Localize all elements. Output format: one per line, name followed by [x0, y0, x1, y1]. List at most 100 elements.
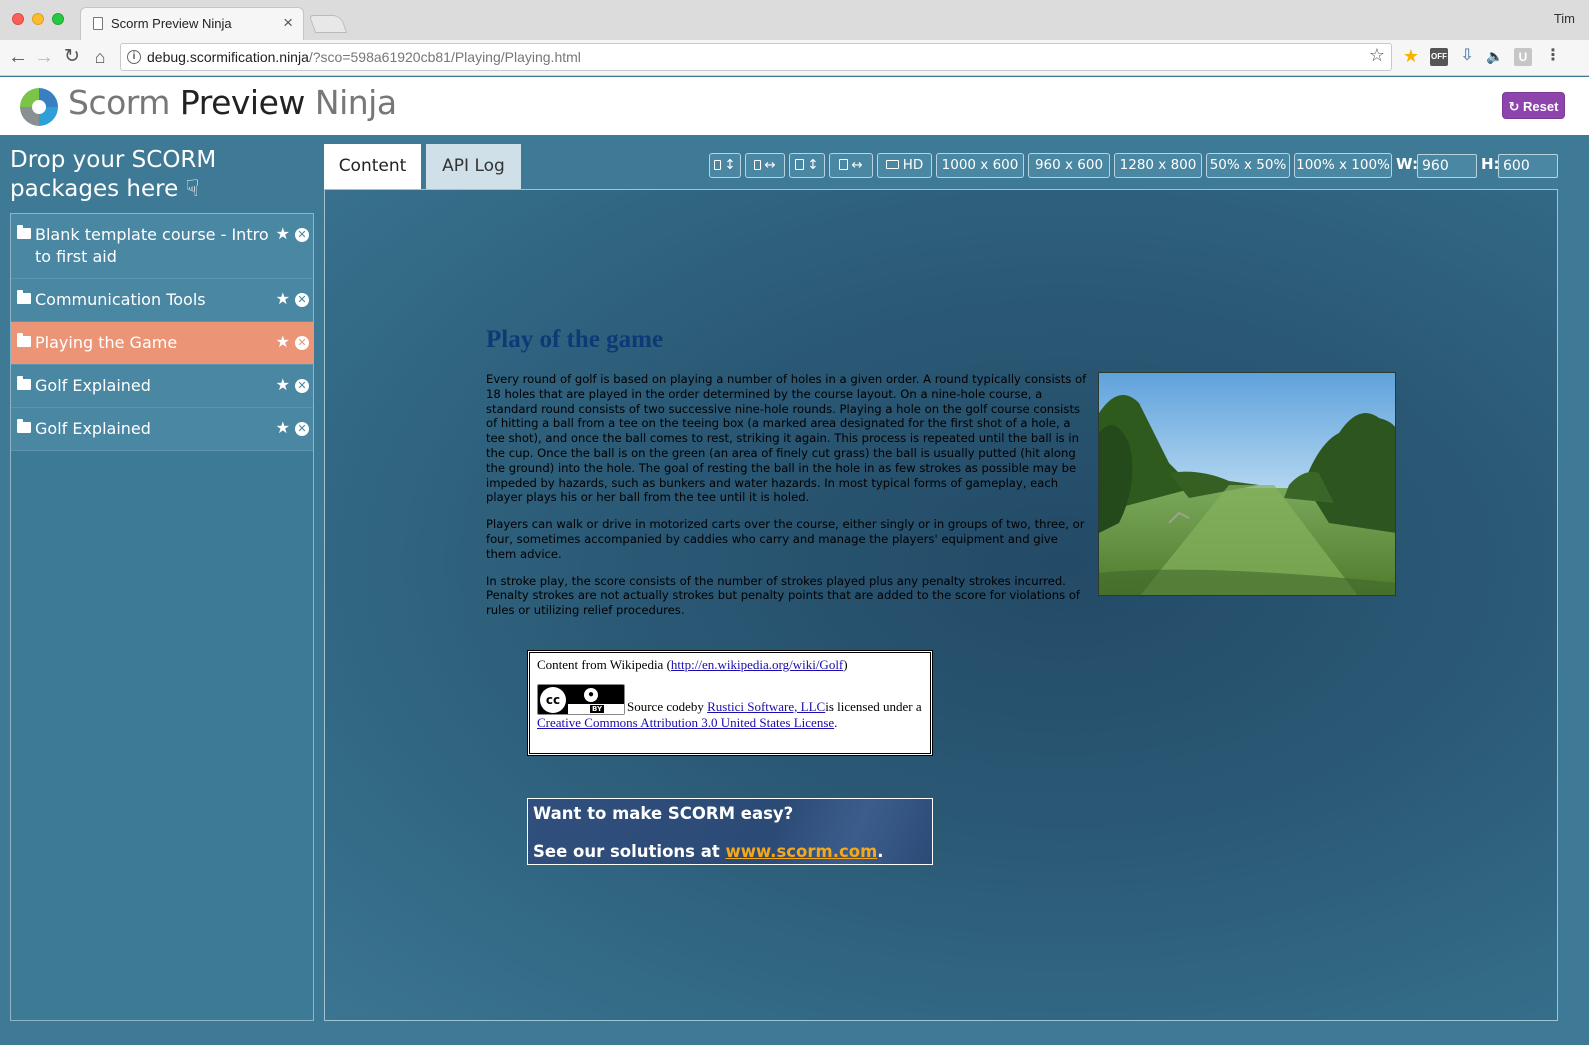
- tab-api-log[interactable]: API Log: [426, 144, 521, 190]
- maximize-window-button[interactable]: [52, 13, 64, 25]
- remove-circle-icon[interactable]: ✕: [295, 336, 309, 350]
- package-label[interactable]: Playing the Game: [11, 322, 313, 364]
- app-title: Scorm Preview Ninja: [68, 83, 397, 122]
- source-mid: is licensed under a: [825, 699, 922, 714]
- off-extension-icon[interactable]: OFF: [1430, 48, 1448, 66]
- remove-circle-icon[interactable]: ✕: [295, 293, 309, 307]
- size-50pct-button[interactable]: 50% x 50%: [1206, 153, 1290, 178]
- attribution-person-icon: ●: [582, 686, 600, 704]
- license-line: cc ● BY Source codeby Rustici Software, …: [537, 684, 923, 731]
- brand-word-2: Preview: [179, 83, 305, 122]
- promo-prefix: See our solutions at: [533, 842, 726, 861]
- browser-tab-title: Scorm Preview Ninja: [111, 16, 232, 31]
- package-list: Blank template course - Intro to first a…: [10, 213, 314, 1021]
- sco-body: Every round of golf is based on playing …: [486, 372, 1089, 630]
- browser-menu-icon[interactable]: ⋮: [1544, 48, 1562, 66]
- url-text[interactable]: debug.scormification.ninja/?sco=598a6192…: [147, 49, 581, 65]
- drop-zone-heading[interactable]: Drop your SCORM packages here ☟: [10, 146, 310, 204]
- star-icon[interactable]: ★: [276, 375, 290, 394]
- phone-icon: [714, 160, 722, 170]
- height-input[interactable]: 600: [1498, 154, 1558, 178]
- new-tab-button[interactable]: [308, 15, 348, 33]
- package-label[interactable]: Golf Explained: [11, 365, 313, 407]
- remove-circle-icon[interactable]: ✕: [295, 422, 309, 436]
- star-icon[interactable]: ★: [276, 289, 290, 308]
- credit-prefix: Content from Wikipedia (: [537, 657, 671, 672]
- reset-label: Reset: [1523, 99, 1559, 114]
- star-icon[interactable]: ★: [276, 332, 290, 351]
- scorm-promo-banner[interactable]: Want to make SCORM easy? See our solutio…: [527, 798, 933, 865]
- home-icon[interactable]: ⌂: [88, 44, 112, 70]
- info-icon[interactable]: i: [127, 50, 141, 64]
- reset-button[interactable]: ↻ Reset: [1502, 92, 1565, 119]
- tab-content[interactable]: Content: [324, 144, 421, 190]
- browser-tabstrip: Scorm Preview Ninja × Tim: [0, 0, 1589, 40]
- rustici-link[interactable]: Rustici Software, LLC: [707, 699, 825, 714]
- back-icon[interactable]: ←: [6, 44, 30, 70]
- sco-paragraph: In stroke play, the score consists of th…: [486, 573, 1081, 618]
- golf-course-image: [1098, 372, 1396, 596]
- star-icon[interactable]: ★: [276, 224, 290, 243]
- sco-preview-frame: Play of the game Every round of golf is …: [324, 189, 1558, 1021]
- volume-extension-icon[interactable]: 🔈: [1486, 48, 1504, 66]
- package-label[interactable]: Communication Tools: [11, 279, 313, 321]
- package-item[interactable]: Communication Tools ★ ✕: [11, 279, 313, 322]
- horizontal-arrows-icon: ↔: [851, 157, 863, 173]
- scorm-com-link[interactable]: www.scorm.com: [726, 842, 878, 861]
- mobile-landscape-button[interactable]: ↔: [745, 153, 785, 178]
- u-extension-icon[interactable]: U: [1514, 48, 1532, 66]
- address-bar[interactable]: i debug.scormification.ninja/?sco=598a61…: [120, 43, 1392, 71]
- credit-box: Content from Wikipedia (http://en.wikipe…: [527, 650, 933, 756]
- package-item[interactable]: Golf Explained ★ ✕: [11, 365, 313, 408]
- folder-icon: [17, 376, 31, 390]
- minimize-window-button[interactable]: [32, 13, 44, 25]
- download-extension-icon[interactable]: ⇩: [1458, 48, 1476, 66]
- package-item[interactable]: Golf Explained ★ ✕: [11, 408, 313, 451]
- package-item-active[interactable]: Playing the Game ★ ✕: [11, 322, 313, 365]
- tablet-icon: [795, 159, 805, 170]
- close-tab-icon[interactable]: ×: [283, 13, 293, 33]
- size-960x600-button[interactable]: 960 x 600: [1028, 153, 1110, 178]
- size-100pct-button[interactable]: 100% x 100%: [1294, 153, 1392, 178]
- by-label: BY: [590, 705, 605, 713]
- profile-name[interactable]: Tim: [1554, 11, 1575, 26]
- close-window-button[interactable]: [12, 13, 24, 25]
- reload-icon[interactable]: ↻: [60, 44, 84, 70]
- cc-icon: cc: [540, 687, 566, 713]
- size-1000x600-button[interactable]: 1000 x 600: [936, 153, 1024, 178]
- license-link[interactable]: Creative Commons Attribution 3.0 United …: [537, 715, 834, 730]
- phone-icon: [754, 160, 762, 170]
- remove-circle-icon[interactable]: ✕: [295, 228, 309, 242]
- bookmarks-extension-icon[interactable]: ★: [1402, 47, 1420, 66]
- remove-circle-icon[interactable]: ✕: [295, 379, 309, 393]
- tablet-portrait-button[interactable]: ↕: [789, 153, 825, 178]
- promo-headline: Want to make SCORM easy?: [533, 804, 794, 823]
- height-label: H:: [1481, 155, 1500, 173]
- monitor-icon: [885, 160, 899, 169]
- size-1280x800-button[interactable]: 1280 x 800: [1114, 153, 1202, 178]
- package-item[interactable]: Blank template course - Intro to first a…: [11, 214, 313, 279]
- browser-tab[interactable]: Scorm Preview Ninja ×: [80, 7, 304, 40]
- star-icon[interactable]: ★: [276, 418, 290, 437]
- package-label[interactable]: Blank template course - Intro to first a…: [11, 214, 313, 278]
- tablet-landscape-button[interactable]: ↔: [829, 153, 873, 178]
- forward-icon[interactable]: →: [32, 44, 56, 70]
- sco-paragraph: Every round of golf is based on playing …: [486, 372, 1087, 505]
- sco-paragraph: Players can walk or drive in motorized c…: [486, 517, 1085, 561]
- folder-icon: [17, 290, 31, 304]
- horizontal-arrows-icon: ↔: [764, 157, 776, 173]
- mobile-portrait-button[interactable]: ↕: [709, 153, 741, 178]
- hd-button[interactable]: HD: [877, 153, 932, 178]
- folder-icon: [17, 333, 31, 347]
- folder-icon: [17, 419, 31, 433]
- promo-line: See our solutions at www.scorm.com.: [533, 842, 884, 861]
- creative-commons-badge[interactable]: cc ● BY: [537, 684, 625, 715]
- package-label[interactable]: Golf Explained: [11, 408, 313, 450]
- bookmark-star-icon[interactable]: ☆: [1369, 45, 1385, 66]
- credit-suffix: ): [843, 657, 848, 672]
- wikipedia-link[interactable]: http://en.wikipedia.org/wiki/Golf: [671, 657, 843, 672]
- sco-title: Play of the game: [486, 326, 664, 353]
- golf-course-illustration: [1099, 373, 1395, 595]
- brand-word-3: Ninja: [314, 83, 397, 122]
- width-input[interactable]: 960: [1417, 154, 1477, 178]
